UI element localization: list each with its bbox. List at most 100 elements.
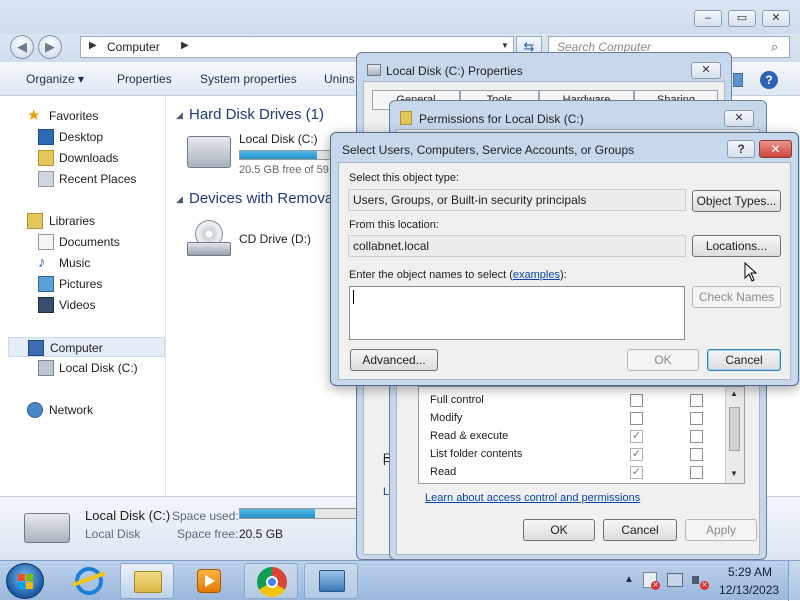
collapse-arrow-icon[interactable]: ◢ xyxy=(176,110,183,121)
minimize-button[interactable]: – xyxy=(694,10,722,27)
deny-checkbox[interactable] xyxy=(690,466,703,479)
permissions-scrollbar[interactable]: ▲ ▼ xyxy=(725,387,744,483)
sidebar-item-downloads[interactable]: Downloads xyxy=(0,148,166,168)
start-button[interactable] xyxy=(6,563,44,599)
sidebar-item-network[interactable]: Network xyxy=(0,400,166,420)
object-names-input[interactable] xyxy=(349,286,685,340)
permission-name: Read & execute xyxy=(430,430,509,442)
network-tray-icon[interactable] xyxy=(667,573,683,587)
maximize-button[interactable]: ▭ xyxy=(728,10,756,27)
show-hidden-icons-button[interactable]: ▲ xyxy=(624,574,634,585)
cd-drive-name[interactable]: CD Drive (D:) xyxy=(239,232,311,246)
scroll-up-icon[interactable]: ▲ xyxy=(730,389,738,398)
clock-time[interactable]: 5:29 AM xyxy=(728,565,772,579)
collapse-arrow-icon[interactable]: ◢ xyxy=(176,194,183,205)
removable-group-header[interactable]: Devices with Remova xyxy=(189,190,333,207)
advanced-button[interactable]: Advanced... xyxy=(350,349,438,371)
sidebar-item-favorites[interactable]: ★ Favorites xyxy=(0,106,166,126)
file-explorer-taskbar-button[interactable] xyxy=(120,563,174,599)
sidebar-item-music[interactable]: ♪ Music xyxy=(0,253,166,273)
search-icon[interactable]: ⌕ xyxy=(771,39,778,55)
computer-icon xyxy=(28,340,44,356)
system-properties-button[interactable]: System properties xyxy=(200,72,297,86)
locations-button[interactable]: Locations... xyxy=(692,235,781,257)
hard-disk-group-header[interactable]: Hard Disk Drives (1) xyxy=(189,106,324,123)
deny-checkbox[interactable] xyxy=(690,412,703,425)
breadcrumb-arrow-icon[interactable]: ▶ xyxy=(89,40,97,51)
examples-link[interactable]: examples xyxy=(513,269,560,281)
select-cancel-button[interactable]: Cancel xyxy=(707,349,781,371)
allow-checkbox-checked[interactable]: ✓ xyxy=(630,466,643,479)
permissions-ok-button[interactable]: OK xyxy=(523,519,595,541)
sidebar-item-desktop[interactable]: Desktop xyxy=(0,127,166,147)
select-ok-button[interactable]: OK xyxy=(627,349,699,371)
music-icon: ♪ xyxy=(38,254,46,271)
organize-menu[interactable]: Organize ▾ xyxy=(26,72,84,86)
space-free-label: Space free: xyxy=(177,527,239,541)
explorer-close-button[interactable]: ✕ xyxy=(762,10,790,27)
deny-checkbox[interactable] xyxy=(690,448,703,461)
select-dialog-title: Select Users, Computers, Service Account… xyxy=(342,143,635,157)
show-desktop-button[interactable] xyxy=(788,561,800,601)
media-player-button[interactable] xyxy=(182,563,236,599)
back-button[interactable]: ◀ xyxy=(10,35,34,59)
truncated-label-l: L xyxy=(383,486,390,498)
space-used-label: Space used: xyxy=(172,509,239,523)
volume-icon[interactable]: ✕ xyxy=(692,572,709,590)
action-center-icon[interactable]: ✕ xyxy=(643,572,660,590)
folder-lock-icon xyxy=(400,111,412,125)
documents-icon xyxy=(38,234,54,250)
properties-button[interactable]: Properties xyxy=(117,72,172,86)
deny-checkbox[interactable] xyxy=(690,430,703,443)
cd-drive-icon xyxy=(187,220,231,258)
scroll-down-icon[interactable]: ▼ xyxy=(730,469,738,478)
forward-button[interactable]: ▶ xyxy=(38,35,62,59)
select-dialog-close-button[interactable]: ✕ xyxy=(759,140,792,158)
permission-name: List folder contents xyxy=(430,448,523,460)
sidebar-item-pictures[interactable]: Pictures xyxy=(0,274,166,294)
preview-pane-icon[interactable] xyxy=(733,73,743,87)
internet-explorer-button[interactable] xyxy=(62,563,116,599)
help-icon[interactable]: ? xyxy=(760,71,778,89)
check-names-button[interactable]: Check Names xyxy=(692,286,781,308)
sidebar-item-local-disk[interactable]: Local Disk (C:) xyxy=(0,358,166,378)
permissions-apply-button[interactable]: Apply xyxy=(685,519,757,541)
space-used-bar xyxy=(239,508,357,519)
sidebar-item-documents[interactable]: Documents xyxy=(0,232,166,252)
help-button[interactable]: ? xyxy=(727,140,755,158)
breadcrumb-chevron-icon[interactable]: ▶ xyxy=(181,40,189,51)
permissions-title: Permissions for Local Disk (C:) xyxy=(419,112,584,126)
sidebar-item-libraries[interactable]: Libraries xyxy=(0,211,166,231)
permissions-close-button[interactable]: ✕ xyxy=(724,110,754,127)
object-types-button[interactable]: Object Types... xyxy=(692,190,781,212)
deny-checkbox[interactable] xyxy=(690,394,703,407)
control-panel-button[interactable] xyxy=(304,563,358,599)
scroll-thumb[interactable] xyxy=(729,407,740,451)
permissions-cancel-button[interactable]: Cancel xyxy=(603,519,677,541)
breadcrumb-computer[interactable]: Computer xyxy=(107,40,160,54)
truncated-label-f: F xyxy=(383,456,390,468)
sidebar-item-computer[interactable]: Computer xyxy=(8,337,165,357)
star-icon: ★ xyxy=(27,107,41,124)
space-free-value: 20.5 GB xyxy=(239,527,284,541)
allow-checkbox-checked[interactable]: ✓ xyxy=(630,448,643,461)
sidebar-item-videos[interactable]: Videos xyxy=(0,295,166,315)
chrome-button[interactable] xyxy=(244,563,298,599)
desktop-icon xyxy=(38,129,54,145)
properties-close-button[interactable]: ✕ xyxy=(691,62,721,79)
access-control-link[interactable]: Learn about access control and permissio… xyxy=(425,492,640,504)
allow-checkbox-checked[interactable]: ✓ xyxy=(630,430,643,443)
properties-title: Local Disk (C:) Properties xyxy=(386,64,523,78)
navigation-pane: ★ Favorites Desktop Downloads Recent Pla… xyxy=(0,96,166,496)
address-dropdown-icon[interactable]: ▼ xyxy=(501,41,509,50)
allow-checkbox[interactable] xyxy=(630,394,643,407)
allow-checkbox[interactable] xyxy=(630,412,643,425)
drive-free-space: 20.5 GB free of 59 xyxy=(239,164,329,176)
sidebar-item-recent-places[interactable]: Recent Places xyxy=(0,169,166,189)
uninstall-button[interactable]: Unins xyxy=(324,72,355,86)
back-arrow-icon: ◀ xyxy=(17,39,27,54)
recent-places-icon xyxy=(38,171,54,187)
text-caret xyxy=(353,290,354,304)
drive-name[interactable]: Local Disk (C:) xyxy=(239,132,318,146)
clock-date[interactable]: 12/13/2023 xyxy=(719,583,779,597)
